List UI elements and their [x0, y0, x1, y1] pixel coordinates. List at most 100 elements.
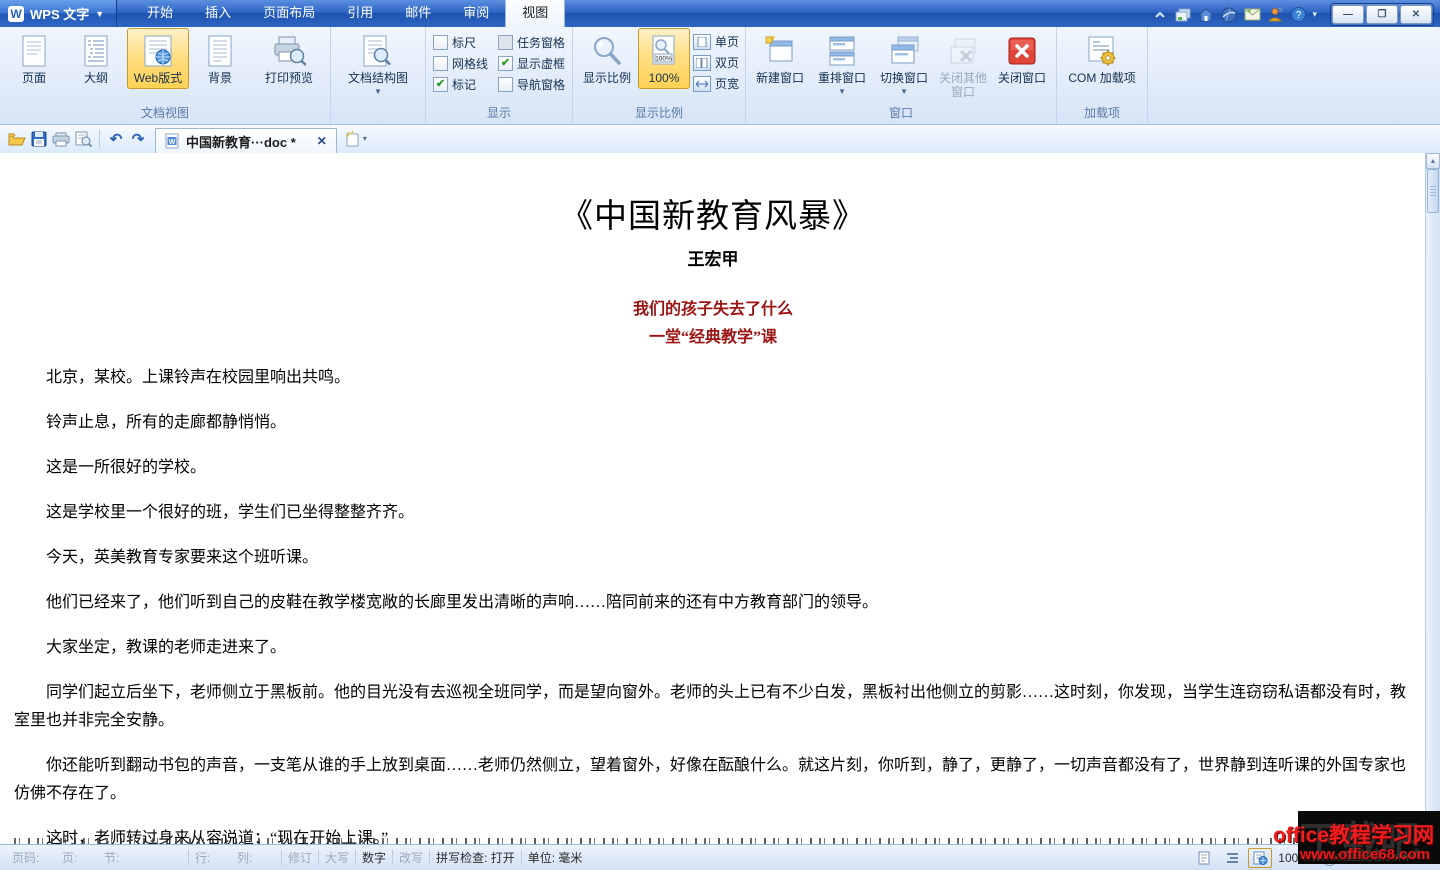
save-icon[interactable] [28, 129, 50, 149]
paragraph: 同学们起立后坐下，老师侧立于黑板前。他的目光没有去巡视全班同学，而是望向窗外。老… [14, 684, 1407, 729]
collapse-ribbon-icon[interactable] [1151, 6, 1169, 24]
page-view-icon [17, 34, 51, 68]
document-map-icon [361, 34, 395, 68]
undo-button[interactable]: ↶ [105, 130, 127, 148]
outline-view-button[interactable]: 大纲 [65, 28, 127, 89]
switch-windows-label: 切换窗口 [880, 71, 929, 85]
page-view-button[interactable]: 页面 [3, 28, 65, 89]
web-layout-button[interactable]: Web版式 [127, 28, 189, 89]
com-addins-button[interactable]: COM 加载项 [1060, 28, 1144, 89]
menu-tab-insert[interactable]: 插入 [189, 0, 247, 27]
checkbox-navigation-pane[interactable]: 导航窗格 [498, 74, 565, 95]
statusbar: 页码: 页: 节: 行: 列: 修订 大写 数字 改写 拼写检查: 打开 单位:… [0, 844, 1440, 870]
group-show: 标尺 网格线 ✔ 标记 任务窗格 ✔ 显示虚框 导航窗格 显示 [426, 27, 574, 124]
status-zoom-value: 100 [1278, 850, 1299, 865]
open-icon[interactable] [6, 129, 28, 149]
scroll-up-button[interactable]: ▲ [1426, 153, 1440, 169]
window-controls: — ❐ ✕ [1330, 3, 1434, 26]
checkbox-box [498, 35, 514, 50]
menu-tab-mailings[interactable]: 邮件 [389, 0, 447, 27]
document-map-label: 文档结构图 [347, 71, 408, 85]
document-author: 王宏甲 [687, 250, 739, 269]
status-web-view-button[interactable] [1248, 847, 1273, 868]
minimize-button[interactable]: — [1332, 5, 1364, 24]
new-document-icon [345, 131, 359, 147]
redo-button[interactable]: ↷ [127, 130, 149, 148]
checkbox-label: 导航窗格 [517, 78, 566, 92]
checkbox-gridlines[interactable]: 网格线 [433, 53, 488, 74]
checkbox-task-pane[interactable]: 任务窗格 [498, 32, 565, 53]
switch-window-icon[interactable] [1174, 6, 1192, 24]
new-window-icon [763, 34, 797, 68]
background-icon [203, 34, 237, 68]
status-track-changes[interactable]: 修订 [282, 849, 318, 866]
new-tab-button[interactable]: ▾ [345, 131, 367, 147]
menu-tab-references[interactable]: 引用 [331, 0, 389, 27]
app-menu-button[interactable]: W WPS 文字 ▼ [0, 0, 118, 27]
watermark-overlay: 下载吧 www.xiazaiba.com office教程学习网 www.off… [1273, 811, 1440, 864]
tab-close-icon[interactable]: ✕ [317, 134, 327, 148]
restore-button[interactable]: ❐ [1366, 5, 1398, 24]
new-window-label: 新建窗口 [756, 71, 805, 85]
document-tabbar: ↶ ↷ W 中国新教育···doc * ✕ ▾ [0, 125, 1440, 154]
zoom-100-button[interactable]: 100% 100% [638, 28, 691, 89]
group-label-document-views: 文档视图 [140, 106, 189, 120]
status-spellcheck[interactable]: 拼写检查: 打开 [430, 849, 521, 866]
svg-text:100%: 100% [655, 56, 672, 63]
one-page-button[interactable]: 单页 [690, 31, 742, 52]
document-map-button[interactable]: 文档结构图 ▼ [334, 28, 422, 100]
status-overwrite[interactable]: 改写 [393, 849, 429, 866]
checkbox-label: 任务窗格 [517, 36, 566, 50]
menu-tab-start[interactable]: 开始 [131, 0, 189, 27]
zoom-button[interactable]: 显示比例 [576, 28, 638, 89]
chevron-down-icon: ▾ [362, 134, 367, 143]
paragraph: 你还能听到翻动书包的声音，一支笔从谁的手上放到桌面……老师仍然侧立，望着窗外，好… [14, 757, 1407, 802]
status-page-number: 页码: [12, 851, 40, 865]
menu-tab-page-layout[interactable]: 页面布局 [247, 0, 331, 27]
document-subtitle-2: 一堂“经典教学”课 [648, 329, 777, 346]
two-pages-icon [693, 54, 712, 71]
arrange-windows-button[interactable]: 重排窗口 ▼ [811, 28, 873, 100]
checkbox-label: 网格线 [452, 57, 489, 71]
print-preview-button[interactable]: 打印预览 [251, 28, 327, 89]
group-addins: COM 加载项 加载项 [1057, 27, 1149, 124]
checkbox-text-boundaries[interactable]: ✔ 显示虚框 [498, 53, 565, 74]
user-icon[interactable] [1266, 6, 1284, 24]
print-preview-small-icon[interactable] [72, 129, 94, 149]
document-subtitle-1: 我们的孩子失去了什么 [632, 301, 793, 318]
status-page-view-button[interactable] [1192, 848, 1216, 868]
checkbox-markup[interactable]: ✔ 标记 [433, 74, 488, 95]
home-icon[interactable] [1197, 6, 1215, 24]
titlebar: W WPS 文字 ▼ 开始 插入 页面布局 引用 邮件 审阅 视图 ? ▾ — … [0, 0, 1440, 27]
watermark-site-url: www.office68.com [1299, 846, 1430, 863]
page-width-button[interactable]: 页宽 [690, 73, 742, 94]
close-other-windows-icon [946, 34, 980, 68]
status-page: 页: [62, 851, 78, 865]
browser-globe-icon[interactable] [1220, 6, 1238, 24]
document-canvas[interactable]: 《中国新教育风暴》 王宏甲 我们的孩子失去了什么 一堂“经典教学”课 北京，某校… [0, 153, 1440, 845]
print-icon[interactable] [50, 129, 72, 149]
menu-tab-view[interactable]: 视图 [505, 0, 566, 27]
paragraph: 他们已经来了，他们听到自己的皮鞋在教学楼宽敞的长廊里发出清晰的声响……陪同前来的… [46, 594, 879, 611]
close-button[interactable]: ✕ [1400, 5, 1432, 24]
status-outline-view-button[interactable] [1220, 848, 1244, 868]
close-window-button[interactable]: 关闭窗口 [991, 28, 1053, 89]
ribbon-view-tab: 页面 大纲 Web版式 背景 打印预览 文档视图 文档结构图 ▼ 标尺 网格线 … [0, 27, 1440, 125]
arrange-windows-label: 重排窗口 [818, 71, 867, 85]
background-button[interactable]: 背景 [189, 28, 251, 89]
status-caps[interactable]: 大写 [319, 849, 355, 866]
document-tab[interactable]: W 中国新教育···doc * ✕ [155, 127, 337, 154]
switch-windows-button[interactable]: 切换窗口 ▼ [873, 28, 935, 100]
help-dropdown-icon[interactable]: ▾ [1312, 9, 1317, 20]
vertical-scrollbar[interactable]: ▲ ▼ [1425, 153, 1440, 845]
mail-icon[interactable] [1243, 6, 1261, 24]
new-window-button[interactable]: 新建窗口 [749, 28, 811, 89]
print-preview-label: 打印预览 [264, 71, 313, 85]
wps-doc-icon: W [165, 133, 179, 149]
scrollbar-thumb[interactable] [1427, 169, 1439, 213]
menu-tab-review[interactable]: 审阅 [447, 0, 505, 27]
status-numlock[interactable]: 数字 [356, 849, 392, 866]
checkbox-ruler[interactable]: 标尺 [433, 32, 488, 53]
two-pages-button[interactable]: 双页 [690, 52, 742, 73]
help-icon[interactable]: ? [1289, 6, 1307, 24]
